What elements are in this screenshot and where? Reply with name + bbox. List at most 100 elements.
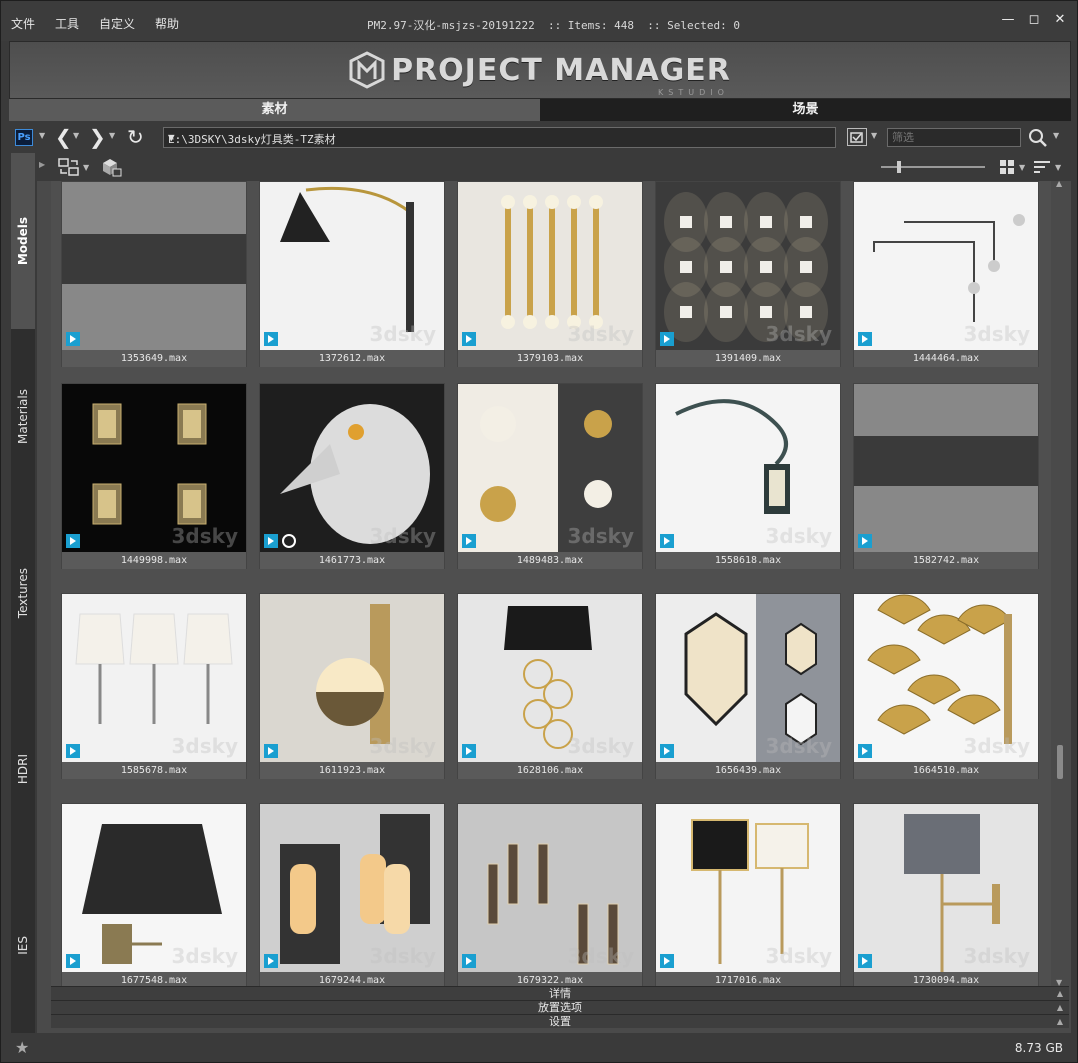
refresh-icon[interactable]: ↻	[127, 126, 144, 148]
side-tab-textures[interactable]: Textures	[11, 505, 35, 681]
logo-text: PROJECT MANAGER	[391, 52, 731, 88]
3dsmax-file-icon	[660, 744, 674, 758]
asset-thumbnail: 3dsky	[62, 594, 246, 762]
3dsmax-file-icon	[858, 332, 872, 346]
menu-file[interactable]: 文件	[11, 15, 35, 32]
side-tab-label: Models	[16, 216, 30, 266]
asset-tile[interactable]: 3dsky 1379103.max	[457, 181, 643, 367]
asset-tile[interactable]: 3dsky 1372612.max	[259, 181, 445, 367]
main-tabs: 素材 场景	[9, 99, 1071, 121]
filter-dropdown-icon[interactable]: ▼	[871, 131, 877, 140]
grid-view-icon[interactable]	[999, 159, 1015, 175]
sync-icon[interactable]	[57, 157, 81, 177]
asset-tile[interactable]: 3dsky 1558618.max	[655, 383, 841, 569]
scrollbar[interactable]: ▲ ▼	[1055, 179, 1065, 987]
asset-tile[interactable]: 3dsky 1679322.max	[457, 803, 643, 989]
scroll-up-icon[interactable]: ▲	[1056, 179, 1062, 188]
favorite-star-icon[interactable]: ★	[15, 1038, 29, 1057]
3dsmax-file-icon	[858, 744, 872, 758]
minimize-icon[interactable]: —	[1001, 13, 1015, 27]
asset-tile[interactable]: 3dsky 1717016.max	[655, 803, 841, 989]
asset-tile[interactable]: 1582742.max	[853, 383, 1039, 569]
sort-icon[interactable]	[1033, 159, 1051, 175]
asset-tile[interactable]: 3dsky 1656439.max	[655, 593, 841, 779]
asset-thumbnail: 3dsky	[458, 182, 642, 350]
panel-details[interactable]: 详情 ▲	[51, 986, 1069, 1000]
asset-tile[interactable]: 3dsky 1664510.max	[853, 593, 1039, 779]
asset-thumbnail: 3dsky	[854, 182, 1038, 350]
menu-customize[interactable]: 自定义	[99, 15, 135, 32]
close-icon[interactable]: ✕	[1053, 13, 1067, 27]
forward-dropdown-icon[interactable]: ▼	[109, 131, 115, 140]
filter-input-wrap	[887, 128, 1021, 147]
asset-tile[interactable]: 3dsky 1489483.max	[457, 383, 643, 569]
asset-thumbnail: 3dsky	[260, 182, 444, 350]
side-tab-hdri[interactable]: HDRI	[11, 681, 35, 857]
asset-thumbnail: 3dsky	[62, 804, 246, 972]
3dsmax-file-icon	[66, 534, 80, 548]
watermark: 3dsky	[369, 524, 436, 548]
3dsmax-file-icon	[858, 534, 872, 548]
panel-settings[interactable]: 设置 ▲	[51, 1014, 1069, 1028]
menu-help[interactable]: 帮助	[155, 15, 179, 32]
asset-tile[interactable]: 3dsky 1444464.max	[853, 181, 1039, 367]
asset-tile[interactable]: 3dsky 1391409.max	[655, 181, 841, 367]
asset-filename: 1656439.max	[656, 762, 840, 779]
3dsmax-file-icon	[264, 954, 278, 968]
side-tab-models[interactable]: Models	[11, 153, 35, 329]
asset-tile[interactable]: 3dsky 1677548.max	[61, 803, 247, 989]
watermark: 3dsky	[765, 734, 832, 758]
asset-tile[interactable]: 3dsky 1730094.max	[853, 803, 1039, 989]
watermark: 3dsky	[567, 734, 634, 758]
watermark: 3dsky	[963, 322, 1030, 346]
3dsmax-file-icon	[66, 954, 80, 968]
filter-input[interactable]	[888, 129, 1020, 146]
side-tab-ies[interactable]: IES	[11, 857, 35, 1033]
maximize-icon[interactable]: ◻	[1027, 13, 1041, 27]
watermark: 3dsky	[567, 322, 634, 346]
asset-thumbnail: 3dsky	[260, 384, 444, 552]
asset-tile[interactable]: 3dsky 1679244.max	[259, 803, 445, 989]
asset-tile[interactable]: 3dsky 1449998.max	[61, 383, 247, 569]
expand-icon: ▲	[1056, 1003, 1063, 1012]
asset-tile[interactable]: 3dsky 1628106.max	[457, 593, 643, 779]
asset-tile[interactable]: 3dsky 1461773.max	[259, 383, 445, 569]
status-bar: ★ 8.73 GB	[1, 1033, 1077, 1062]
panel-label: 放置选项	[538, 1001, 582, 1014]
3dsmax-file-icon	[264, 534, 278, 548]
sync-dropdown-icon[interactable]: ▼	[83, 163, 89, 172]
forward-icon[interactable]: ❯	[89, 126, 106, 148]
watermark: 3dsky	[765, 524, 832, 548]
tab-scenes[interactable]: 场景	[540, 99, 1071, 121]
search-dropdown-icon[interactable]: ▼	[1053, 131, 1059, 140]
asset-grid: 1353649.max 3dsky 1372612.max 3dsky 1379103.…	[51, 181, 1051, 989]
photoshop-dropdown-icon[interactable]: ▼	[39, 131, 45, 140]
asset-filename: 1449998.max	[62, 552, 246, 569]
tab-assets[interactable]: 素材	[9, 99, 540, 121]
search-icon[interactable]	[1027, 127, 1049, 149]
sort-dropdown-icon[interactable]: ▼	[1055, 163, 1061, 172]
logo: PROJECT MANAGER KSTUDIO	[349, 51, 731, 97]
photoshop-icon[interactable]: Ps	[15, 129, 33, 146]
menu-tools[interactable]: 工具	[55, 15, 79, 32]
filter-toggle-icon[interactable]	[847, 128, 867, 146]
view-dropdown-icon[interactable]: ▼	[1019, 163, 1025, 172]
path-field[interactable]: E:\3DSKY\3dsky灯具类-TZ素材 ▼	[163, 127, 836, 148]
side-tab-label: HDRI	[16, 753, 30, 785]
asset-thumbnail: 3dsky	[854, 594, 1038, 762]
asset-tile[interactable]: 3dsky 1611923.max	[259, 593, 445, 779]
cube-icon[interactable]	[99, 157, 123, 177]
3dsmax-file-icon	[66, 744, 80, 758]
back-icon[interactable]: ❮	[55, 126, 72, 148]
thumbnail-size-slider[interactable]	[879, 159, 989, 175]
asset-tile[interactable]: 3dsky 1585678.max	[61, 593, 247, 779]
asset-tile[interactable]: 1353649.max	[61, 181, 247, 367]
collapse-arrow-icon[interactable]: ▶	[39, 160, 45, 169]
side-tab-materials[interactable]: Materials	[11, 329, 35, 505]
scroll-thumb[interactable]	[1057, 745, 1063, 779]
back-dropdown-icon[interactable]: ▼	[73, 131, 79, 140]
path-dropdown-icon[interactable]: ▼	[168, 131, 831, 144]
panel-placement-options[interactable]: 放置选项 ▲	[51, 1000, 1069, 1014]
watermark: 3dsky	[963, 734, 1030, 758]
asset-browser: ▶ ▼ ▼ ▼ 1353649.max 3dsky 1372612.max 3d…	[37, 153, 1071, 1033]
